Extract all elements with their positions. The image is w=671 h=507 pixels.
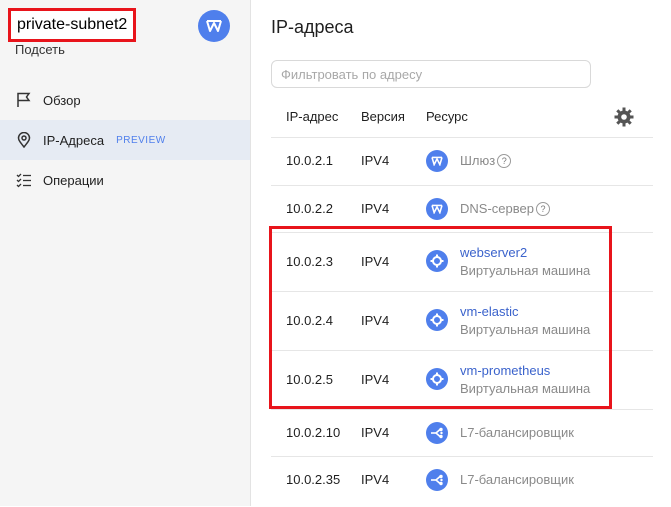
subnet-name: private-subnet2: [8, 8, 137, 42]
version-cell: IPV4: [361, 313, 390, 328]
resource-name: L7-балансировщик: [460, 425, 574, 440]
ip-cell: 10.0.2.10: [286, 425, 341, 440]
ip-cell: 10.0.2.1: [286, 153, 333, 168]
sidebar-divider: [250, 0, 251, 506]
vm-icon: [426, 368, 448, 390]
resource-type: Виртуальная машина: [460, 263, 591, 278]
resource-link[interactable]: webserver2: [460, 245, 527, 260]
version-cell: IPV4: [361, 201, 390, 216]
resource-link[interactable]: vm-elastic: [460, 304, 519, 319]
resource-link[interactable]: vm-prometheus: [460, 363, 550, 378]
balancer-icon: [426, 469, 448, 491]
gateway-icon: [426, 198, 448, 220]
vm-icon: [426, 309, 448, 331]
sidebar-item-label: Операции: [43, 172, 104, 188]
vm-icon: [426, 250, 448, 272]
flag-icon: [15, 91, 33, 109]
gear-icon[interactable]: [613, 106, 635, 128]
resource-name: L7-балансировщик: [460, 472, 574, 487]
help-icon[interactable]: ?: [535, 202, 550, 216]
version-cell: IPV4: [361, 254, 390, 269]
page-title: IP-адреса: [271, 17, 354, 37]
table-row[interactable]: 10.0.2.4 IPV4 vm-elastic Виртуальная маш…: [271, 291, 653, 351]
resource-type: Виртуальная машина: [460, 381, 591, 396]
resource-name: DNS-сервер?: [460, 201, 550, 216]
sidebar-item-label: IP-Адреса: [43, 132, 105, 148]
column-header-resource[interactable]: Ресурс: [426, 109, 468, 124]
version-cell: IPV4: [361, 425, 390, 440]
version-cell: IPV4: [361, 153, 390, 168]
preview-badge: PREVIEW: [116, 134, 166, 146]
sidebar-item-operations[interactable]: Операции: [0, 160, 250, 200]
sidebar: private-subnet2 Подсеть Обзор IP-Адреса …: [0, 0, 250, 506]
subnet-type-label: Подсеть: [15, 42, 65, 57]
ip-cell: 10.0.2.3: [286, 254, 333, 269]
sidebar-item-ip-addresses[interactable]: IP-Адреса PREVIEW: [0, 120, 250, 160]
balancer-icon: [426, 422, 448, 444]
table-row[interactable]: 10.0.2.3 IPV4 webserver2 Виртуальная маш…: [271, 232, 653, 292]
help-icon[interactable]: ?: [497, 154, 512, 168]
version-cell: IPV4: [361, 472, 390, 487]
table-row[interactable]: 10.0.2.10 IPV4 L7-балансировщик: [271, 409, 653, 457]
table-row[interactable]: 10.0.2.35 IPV4 L7-балансировщик: [271, 456, 653, 507]
sidebar-item-overview[interactable]: Обзор: [0, 80, 250, 120]
location-pin-icon: [15, 131, 33, 149]
ip-cell: 10.0.2.4: [286, 313, 333, 328]
ip-cell: 10.0.2.5: [286, 372, 333, 387]
column-header-version[interactable]: Версия: [361, 109, 405, 124]
resource-name: Шлюз?: [460, 153, 512, 168]
subnet-icon: [198, 10, 230, 42]
ip-cell: 10.0.2.35: [286, 472, 341, 487]
checklist-icon: [15, 171, 33, 189]
column-header-ip[interactable]: IP-адрес: [286, 109, 338, 124]
sidebar-item-label: Обзор: [43, 92, 81, 108]
filter-input[interactable]: [271, 60, 591, 88]
table-row[interactable]: 10.0.2.1 IPV4 Шлюз?: [271, 137, 653, 186]
table-row[interactable]: 10.0.2.5 IPV4 vm-prometheus Виртуальная …: [271, 350, 653, 410]
ip-cell: 10.0.2.2: [286, 201, 333, 216]
gateway-icon: [426, 150, 448, 172]
resource-type: Виртуальная машина: [460, 322, 591, 337]
table-row[interactable]: 10.0.2.2 IPV4 DNS-сервер?: [271, 185, 653, 233]
version-cell: IPV4: [361, 372, 390, 387]
